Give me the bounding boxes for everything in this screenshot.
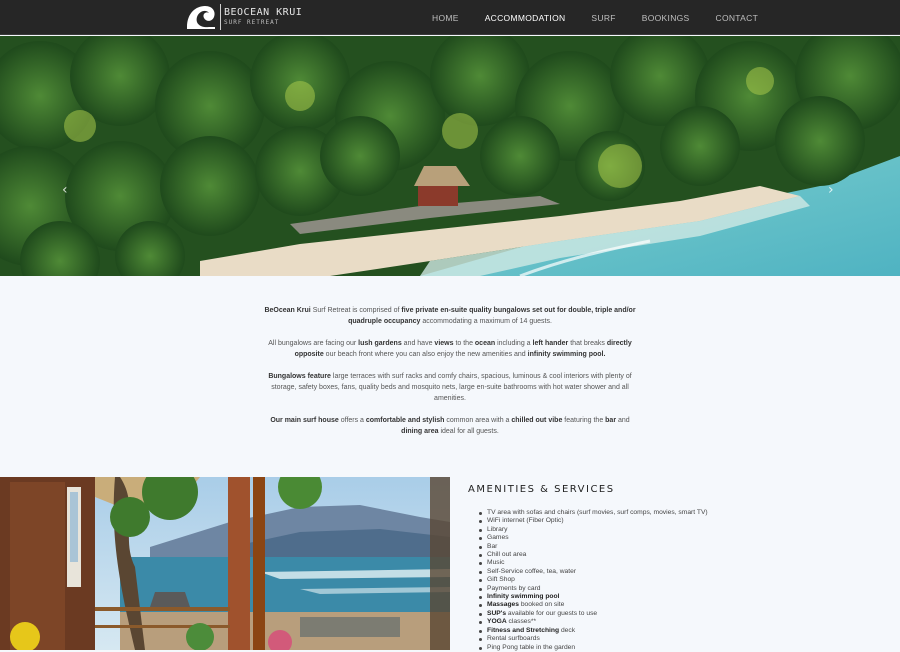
brand-name: BEOCEAN KRUI — [224, 7, 303, 18]
body-text: Games — [487, 534, 509, 542]
amenity-item: SUP's available for our guests to use — [479, 609, 888, 618]
body-text: Gift Shop — [487, 576, 515, 584]
body-text: Self-Service coffee, tea, water — [487, 567, 577, 575]
body-text: deck — [559, 626, 576, 634]
carousel-next[interactable]: › — [828, 182, 834, 198]
emphasis-text: comfortable and stylish — [365, 417, 445, 424]
body-text: classes** — [506, 618, 537, 626]
body-text: available for our guests to use — [506, 609, 598, 617]
body-text: Rental surfboards — [487, 635, 540, 643]
main-menu: HOME ACCOMMODATION SURF BOOKINGS CONTACT — [432, 0, 784, 35]
intro-text: BeOcean Krui Surf Retreat is comprised o… — [262, 305, 638, 448]
amenity-item: Self-Service coffee, tea, water — [479, 567, 888, 576]
brand-logo[interactable]: BEOCEAN KRUI SURF RETREAT — [184, 3, 302, 31]
amenity-item: Music — [479, 559, 888, 567]
amenity-item: YOGA classes** — [479, 618, 888, 626]
emphasis-text: Our main surf house — [270, 417, 339, 424]
wave-icon — [187, 6, 215, 29]
emphasis-text: Bungalows feature — [268, 373, 331, 380]
logo-text: BEOCEAN KRUI SURF RETREAT — [224, 8, 302, 26]
intro-paragraph: All bungalows are facing our lush garden… — [262, 338, 638, 360]
body-text: TV area with sofas and chairs (surf movi… — [487, 509, 708, 516]
body-text: our beach front where you can also enjoy… — [323, 351, 528, 358]
intro-paragraph: Our main surf house offers a comfortable… — [262, 415, 638, 437]
body-text: Ping Pong table in the garden — [487, 643, 576, 651]
body-text: and have — [401, 340, 435, 347]
amenities-title: AMENITIES & SERVICES — [468, 484, 615, 495]
amenity-item: Bar — [479, 542, 888, 551]
body-text: Payments by card — [487, 584, 541, 592]
body-text: and — [616, 417, 630, 424]
amenity-item: WiFi internet (Fiber Optic) — [479, 517, 888, 525]
amenity-item: TV area with sofas and chairs (surf movi… — [479, 509, 888, 517]
amenity-item: Chill out area — [479, 551, 888, 559]
bungalow-image — [0, 477, 450, 650]
nav-item-home[interactable]: HOME — [432, 13, 459, 23]
emphasis-text: infinity swimming pool. — [527, 351, 606, 358]
amenity-item: Massages booked on site — [479, 601, 888, 609]
emphasis-text: views — [434, 340, 454, 347]
emphasis-text: BeOcean Krui — [264, 307, 311, 314]
body-text: including a — [495, 340, 533, 347]
amenity-item: Ping Pong table in the garden — [479, 643, 888, 652]
emphasis-text: dining area — [401, 428, 439, 435]
chevron-right-icon: › — [828, 182, 834, 198]
nav-item-surf[interactable]: SURF — [591, 13, 615, 23]
emphasis-text: chilled out vibe — [511, 417, 563, 424]
intro-paragraph: Bungalows feature large terraces with su… — [262, 371, 638, 404]
amenities-section: AMENITIES & SERVICES TV area with sofas … — [468, 484, 888, 652]
body-text: to the — [453, 340, 475, 347]
emphasis-text: Infinity swimming pool — [487, 593, 560, 601]
body-text: All bungalows are facing our — [268, 340, 359, 347]
body-text: featuring the — [562, 417, 606, 424]
nav-item-accommodation[interactable]: ACCOMMODATION — [485, 13, 566, 23]
emphasis-text: SUP's — [487, 609, 507, 617]
bungalow-photo — [0, 477, 450, 650]
nav-item-bookings[interactable]: BOOKINGS — [642, 13, 690, 23]
body-text: offers a — [338, 417, 366, 424]
amenity-item: Games — [479, 534, 888, 542]
emphasis-text: Massages — [487, 601, 519, 609]
brand-tagline: SURF RETREAT — [224, 19, 280, 26]
body-text: common area with a — [444, 417, 512, 424]
amenity-item: Infinity swimming pool — [479, 593, 888, 601]
amenity-item: Library — [479, 525, 888, 534]
emphasis-text: lush gardens — [358, 340, 402, 347]
intro-paragraph: BeOcean Krui Surf Retreat is comprised o… — [262, 305, 638, 327]
emphasis-text: Fitness and Stretching — [487, 626, 560, 634]
hero-image — [0, 36, 900, 276]
body-text: Library — [487, 525, 508, 533]
body-text: booked on site — [518, 601, 565, 609]
amenity-item: Rental surfboards — [479, 635, 888, 643]
nav-item-contact[interactable]: CONTACT — [716, 13, 759, 23]
body-text: Bar — [487, 542, 498, 550]
emphasis-text: left hander — [532, 340, 569, 347]
body-text: ideal for all guests. — [438, 428, 499, 435]
chevron-left-icon: ‹ — [62, 182, 68, 198]
body-text: that breaks — [568, 340, 607, 347]
amenities-list: TV area with sofas and chairs (surf movi… — [468, 509, 888, 652]
body-text: WiFi internet (Fiber Optic) — [487, 517, 564, 525]
body-text: Chill out area — [487, 551, 527, 559]
top-navbar: BEOCEAN KRUI SURF RETREAT HOME ACCOMMODA… — [0, 0, 900, 35]
carousel-prev[interactable]: ‹ — [62, 182, 68, 198]
emphasis-text: bar — [605, 417, 617, 424]
emphasis-text: YOGA — [487, 618, 507, 626]
body-text: Surf Retreat is comprised of — [310, 307, 402, 314]
hero-carousel: ‹ › — [0, 36, 900, 276]
amenity-item: Fitness and Stretching deck — [479, 626, 888, 635]
amenity-item: Gift Shop — [479, 576, 888, 584]
amenity-item: Payments by card — [479, 584, 888, 593]
logo-divider — [220, 4, 221, 30]
body-text: Music — [487, 559, 505, 567]
body-text: accommodating a maximum of 14 guests. — [420, 318, 552, 325]
emphasis-text: ocean — [474, 340, 496, 347]
